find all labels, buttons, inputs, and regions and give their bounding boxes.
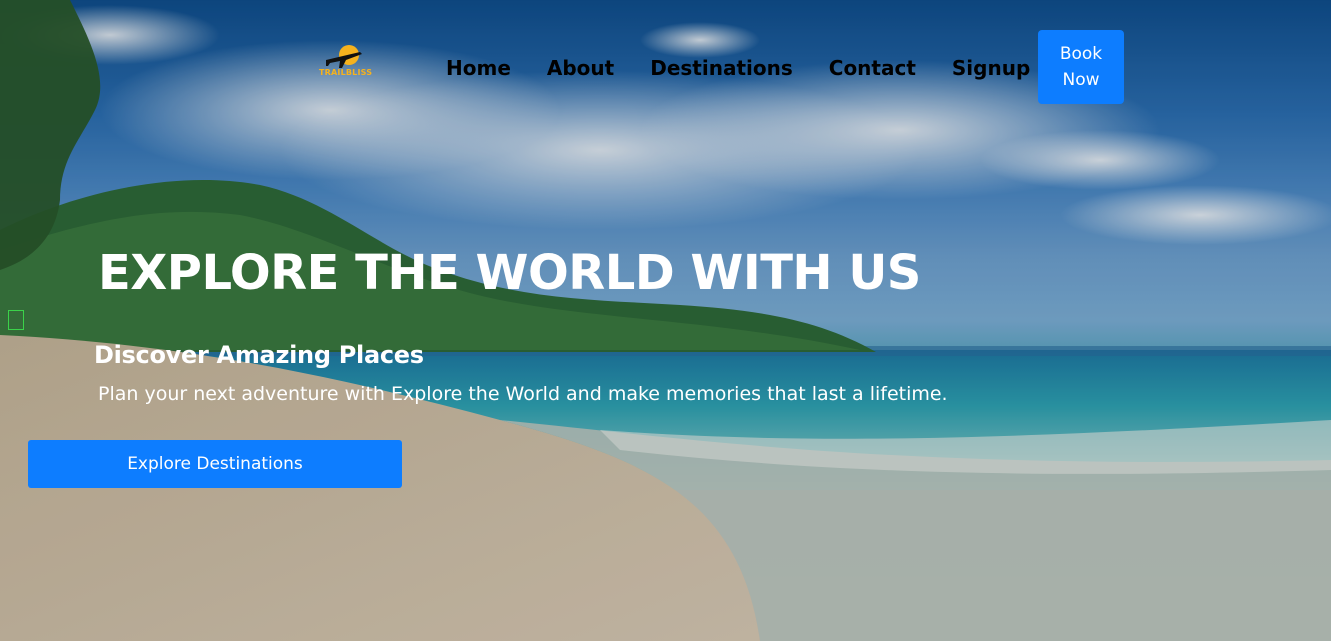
hero-subtitle: Discover Amazing Places [94,341,424,369]
logo-text[interactable]: TRAILBLISS [319,68,372,77]
nav-link-about[interactable]: About [547,56,614,80]
nav-link-signup[interactable]: Signup [952,56,1030,80]
nav-link-home[interactable]: Home [446,56,511,80]
outline-box [8,310,24,330]
book-now-button[interactable]: Book Now [1038,30,1124,104]
hero-description: Plan your next adventure with Explore th… [98,383,948,405]
hero-section: TRAILBLISS Home About Destinations Conta… [0,0,1331,641]
hero-title: EXPLORE THE WORLD WITH US [98,245,921,301]
explore-destinations-button[interactable]: Explore Destinations [28,440,402,488]
hero-background-image [0,0,1331,641]
nav-link-contact[interactable]: Contact [829,56,916,80]
nav-link-destinations[interactable]: Destinations [650,56,793,80]
main-navigation: Home About Destinations Contact Signup [446,54,1030,82]
